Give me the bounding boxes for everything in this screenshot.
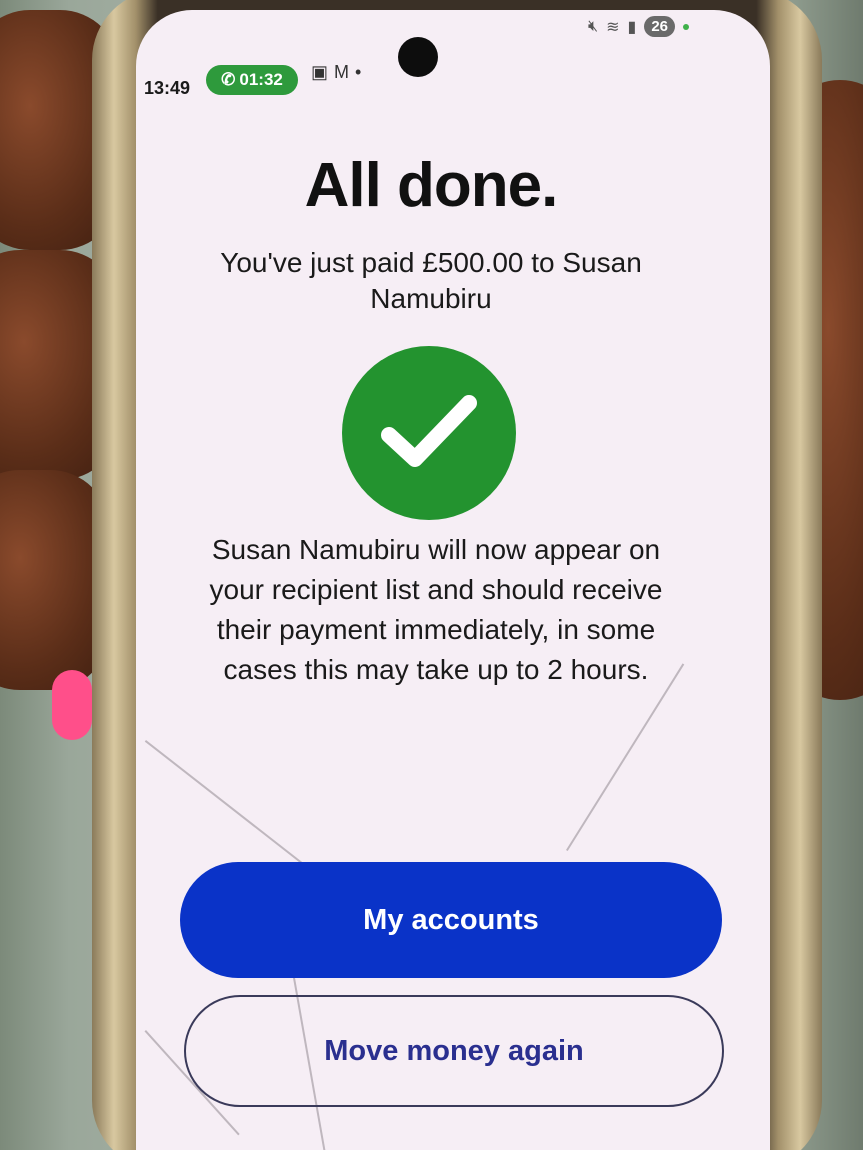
my-accounts-button[interactable]: My accounts [180,862,722,978]
payment-confirmation-text: You've just paid £500.00 to Susan Namubi… [220,247,642,314]
painted-nail [52,670,92,740]
system-icons: 🔇︎ ≋ ▮ 26 [588,16,689,37]
ongoing-call-pill[interactable]: ✆ 01:32 [206,65,298,95]
gmail-icon: M [334,62,350,82]
privacy-dot-icon [683,23,689,30]
front-camera [398,37,438,77]
screen-crack [566,663,684,851]
calendar-plus-icon: ▣ [311,62,329,82]
battery-indicator: 26 [644,16,675,37]
checkmark-icon [381,395,477,467]
status-bar: 13:49 ✆ 01:32 ▣ M • 🔇︎ ≋ ▮ 26 [136,10,770,110]
signal-icon: ▮ [627,18,637,36]
move-money-again-button[interactable]: Move money again [184,995,724,1107]
status-time: 13:49 [144,78,191,98]
call-timer: 01:32 [239,70,283,89]
success-badge [342,346,516,520]
wifi-icon: ≋ [606,18,620,36]
recipient-info-text: Susan Namubiru will now appear on your r… [209,534,663,685]
page-title: All done. [304,151,559,220]
phone-icon: ✆ [221,70,236,89]
phone-screen: 13:49 ✆ 01:32 ▣ M • 🔇︎ ≋ ▮ 26 All done. … [136,10,770,1150]
more-dot-icon: • [355,62,362,82]
mute-icon: 🔇︎ [588,17,599,35]
notification-icons: ▣ M • [311,62,361,83]
